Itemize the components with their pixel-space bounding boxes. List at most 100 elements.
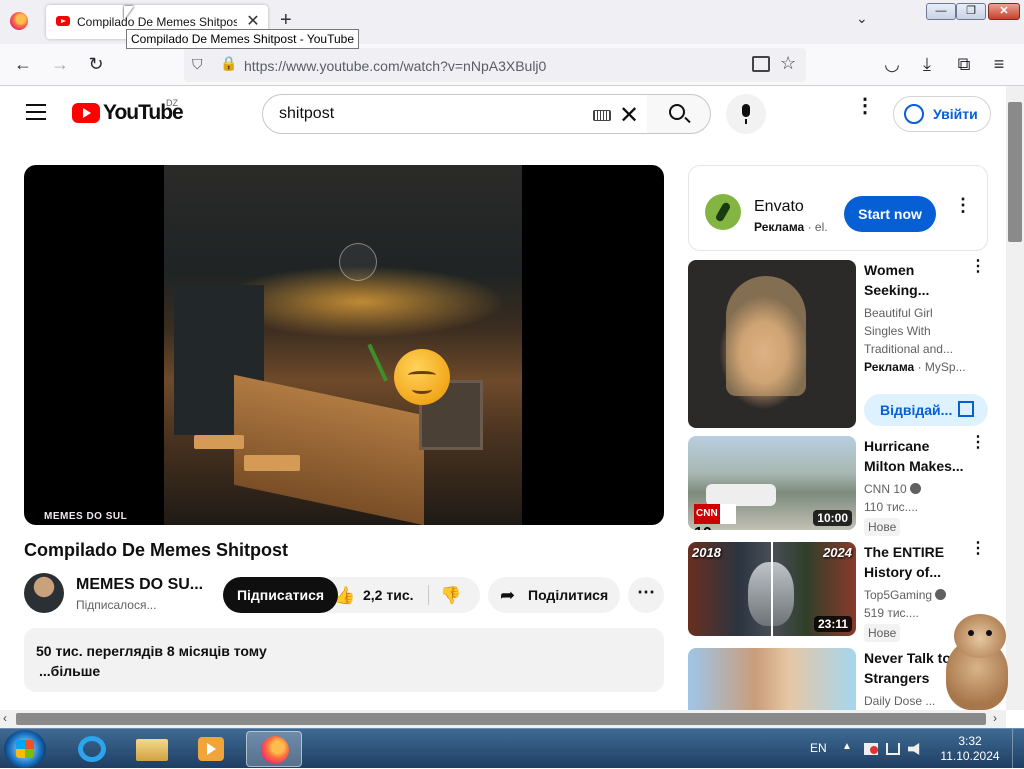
show-hidden-icons-icon[interactable]: ▲ (842, 741, 852, 752)
video-title: Compilado De Memes Shitpost (24, 540, 289, 560)
cnn10-logo: CNN10 (694, 504, 736, 530)
settings-more-icon[interactable]: ⋮ (855, 96, 875, 116)
subscriber-count: Підписалося... (76, 598, 157, 612)
sponsored-video[interactable]: Women Seeking... Beautiful Girl Singles … (688, 259, 988, 430)
video-thumbnail[interactable]: 2018 2024 23:11 (688, 542, 856, 636)
youtube-play-icon (72, 103, 100, 123)
clock[interactable]: 3:32 11.10.2024 (940, 734, 1000, 764)
tab-list-chevron-icon[interactable]: ⌄ (856, 10, 868, 27)
mouse-cursor-icon (124, 6, 134, 20)
search-input[interactable] (279, 105, 579, 123)
volume-muted-icon[interactable] (908, 743, 920, 755)
ad-start-button[interactable]: Start now (844, 196, 936, 232)
menu-icon[interactable]: ≡ (988, 54, 1010, 75)
video-thumbnail[interactable] (688, 260, 856, 428)
url-text[interactable]: https://www.youtube.com/watch?v=nNpA3XBu… (244, 58, 546, 74)
video-more-icon[interactable]: ⋮ (970, 435, 986, 451)
start-button[interactable] (4, 730, 46, 768)
clear-search-icon[interactable]: ✕ (619, 101, 639, 130)
firefox-icon[interactable] (10, 12, 28, 30)
channel-name[interactable]: MEMES DO SU... (76, 576, 203, 594)
video-thumbnail[interactable]: CNN10 10:00 (688, 436, 856, 530)
visit-button[interactable]: Відвідай... (864, 394, 988, 426)
share-icon: ➦ (500, 585, 516, 605)
new-badge: Нове (864, 624, 901, 642)
video-title[interactable]: Hurricane Milton Makes... (864, 436, 964, 476)
video-title[interactable]: The ENTIRE History of... (864, 542, 964, 582)
view-stats: 50 тис. переглядів 8 місяців тому (36, 643, 267, 659)
envato-logo-icon (705, 194, 741, 230)
back-icon[interactable]: ← (12, 54, 34, 75)
video-more-icon[interactable]: ⋮ (970, 259, 986, 275)
reload-icon[interactable]: ↻ (85, 54, 107, 75)
channel-name[interactable]: Daily Dose ... (864, 694, 935, 708)
channel-avatar[interactable] (24, 573, 64, 613)
pocket-icon[interactable]: ◡ (881, 54, 903, 75)
search-box[interactable]: ✕ (262, 94, 648, 134)
search-button[interactable] (647, 94, 711, 134)
description-box[interactable]: 50 тис. переглядів 8 місяців тому ...біл… (24, 628, 664, 692)
channel-name[interactable]: Top5Gaming (864, 588, 947, 602)
picture-in-picture-icon[interactable] (752, 56, 770, 72)
video-player[interactable]: MEMES DO SUL (24, 165, 664, 525)
share-label: Поділитися (528, 587, 609, 603)
internet-explorer-icon (78, 736, 106, 762)
sidebar-ad-card[interactable]: Envato Реклама · el. Start now ⋮ (688, 165, 988, 251)
keyboard-icon[interactable] (593, 110, 611, 121)
video-more-icon[interactable]: ⋮ (970, 541, 986, 557)
ad-more-icon[interactable]: ⋮ (954, 196, 972, 214)
hamburger-menu-icon[interactable] (26, 104, 46, 120)
channel-name[interactable]: CNN 10 (864, 482, 921, 496)
forward-icon[interactable]: → (49, 54, 71, 75)
video-views: 110 тис.... (864, 500, 918, 514)
video-watermark: MEMES DO SUL (44, 511, 128, 522)
video-thumbnail[interactable] (688, 648, 856, 710)
sign-in-button[interactable]: Увійти (893, 96, 991, 132)
scrollbar-thumb[interactable] (1008, 102, 1022, 242)
hamster-desktop-pet[interactable] (932, 610, 1020, 714)
network-icon[interactable] (886, 743, 900, 755)
tab-close-icon[interactable]: ✕ (244, 11, 262, 31)
media-player-icon (198, 737, 224, 761)
like-count[interactable]: 2,2 тис. (363, 587, 414, 603)
taskbar-media-player[interactable] (184, 731, 240, 767)
window-minimize-button[interactable]: — (926, 3, 956, 20)
scrollbar-thumb[interactable] (16, 713, 986, 725)
downloads-icon[interactable]: ⤓ (916, 54, 938, 75)
youtube-page: YouTube DZ ✕ ⋮ Увійти MEMES DO SUL Compi… (0, 86, 1006, 710)
minimize-icon: — (935, 5, 947, 17)
voice-search-button[interactable] (726, 94, 766, 134)
video-title[interactable]: Women Seeking... (864, 260, 964, 300)
extensions-icon[interactable]: ⧉ (953, 54, 975, 75)
action-center-flag-icon[interactable] (864, 743, 878, 755)
scroll-left-icon[interactable]: ‹ (3, 711, 7, 725)
window-maximize-button[interactable]: ❐ (956, 3, 986, 20)
address-bar[interactable]: ⛉ 🔒 https://www.youtube.com/watch?v=nNpA… (184, 48, 806, 82)
verified-icon (935, 589, 947, 600)
year-label: 2024 (823, 545, 852, 560)
horizontal-scrollbar[interactable]: ‹ › (0, 710, 1006, 728)
lock-icon[interactable]: 🔒 (220, 55, 237, 72)
list-item[interactable]: CNN10 10:00 Hurricane Milton Makes... CN… (688, 435, 988, 536)
share-button[interactable]: ➦ Поділитися (488, 577, 620, 613)
dislike-icon[interactable]: 👎 (440, 586, 461, 606)
like-dislike-group: 👍 2,2 тис. 👎 (320, 577, 480, 613)
show-desktop-button[interactable] (1012, 729, 1024, 769)
taskbar-file-explorer[interactable] (124, 731, 180, 767)
maximize-icon: ❐ (966, 5, 976, 17)
video-views: 519 тис.... (864, 606, 919, 620)
show-more-link[interactable]: ...більше (39, 663, 100, 679)
taskbar-internet-explorer[interactable] (64, 731, 120, 767)
bookmark-star-icon[interactable]: ☆ (780, 53, 796, 74)
tracking-shield-icon[interactable]: ⛉ (192, 56, 203, 73)
window-close-button[interactable]: ✕ (988, 3, 1020, 20)
sponsor-label: Реклама · MySp... (864, 360, 966, 374)
firefox-icon (261, 736, 289, 764)
more-actions-button[interactable]: ⋯ (628, 577, 664, 613)
open-external-icon (958, 401, 974, 417)
language-indicator[interactable]: EN (810, 741, 827, 755)
taskbar-firefox[interactable] (246, 731, 302, 767)
youtube-favicon-icon (56, 16, 70, 26)
new-badge: Нове (864, 518, 901, 536)
subscribe-button[interactable]: Підписатися (223, 577, 338, 613)
